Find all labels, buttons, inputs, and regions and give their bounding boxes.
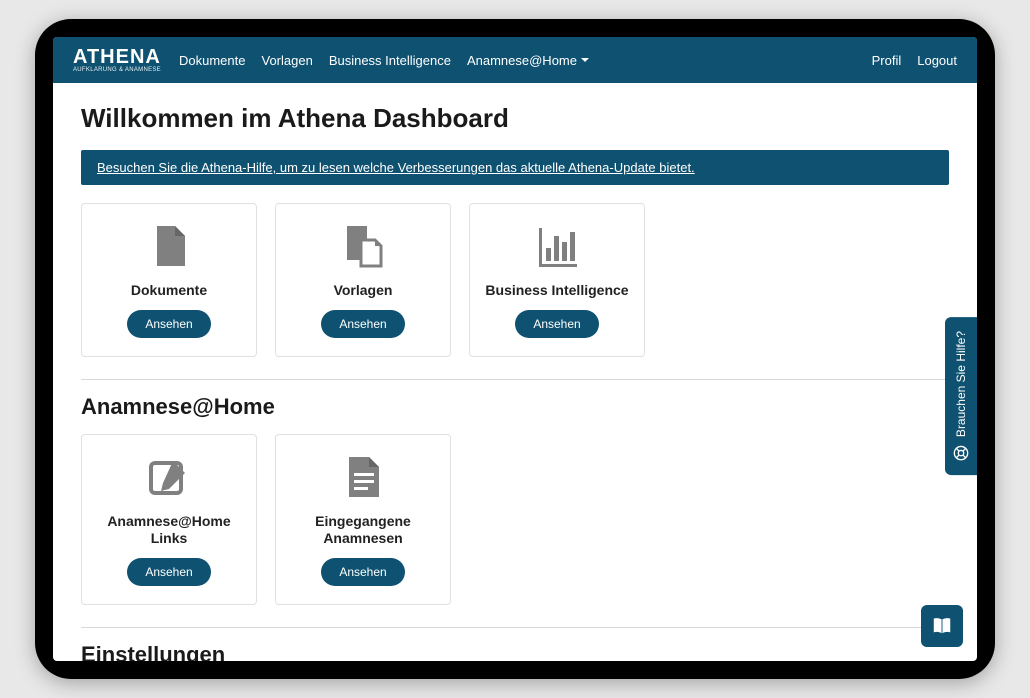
app-screen: ATHENA AUFKLÄRUNG & ANAMNESE Dokumente V… (53, 37, 977, 661)
navbar: ATHENA AUFKLÄRUNG & ANAMNESE Dokumente V… (53, 37, 977, 83)
page-title: Willkommen im Athena Dashboard (81, 103, 949, 134)
nav-profil[interactable]: Profil (872, 53, 902, 68)
update-banner[interactable]: Besuchen Sie die Athena-Hilfe, um zu les… (81, 150, 949, 185)
book-icon (931, 615, 953, 637)
content: Willkommen im Athena Dashboard Besuchen … (53, 83, 977, 661)
card-business-intelligence: Business Intelligence Ansehen (469, 203, 645, 357)
card-title: Eingegangene Anamnesen (286, 513, 440, 548)
nav-logout[interactable]: Logout (917, 53, 957, 68)
view-button[interactable]: Ansehen (321, 558, 404, 586)
nav-right: Profil Logout (872, 53, 957, 68)
chevron-down-icon (581, 58, 589, 62)
view-button[interactable]: Ansehen (127, 558, 210, 586)
view-button[interactable]: Ansehen (321, 310, 404, 338)
chart-icon (531, 220, 583, 272)
divider (81, 627, 949, 628)
nav-vorlagen[interactable]: Vorlagen (261, 53, 312, 68)
template-icon (337, 220, 389, 272)
section-anamnese-title: Anamnese@Home (81, 394, 949, 420)
view-button[interactable]: Ansehen (127, 310, 210, 338)
brand-logo[interactable]: ATHENA AUFKLÄRUNG & ANAMNESE (73, 47, 161, 73)
card-title: Business Intelligence (485, 282, 628, 300)
help-side-tab[interactable]: Brauchen Sie Hilfe? (945, 317, 977, 475)
nav-links: Dokumente Vorlagen Business Intelligence… (179, 53, 872, 68)
help-fab-button[interactable] (921, 605, 963, 647)
divider (81, 379, 949, 380)
card-title: Anamnese@Home Links (92, 513, 246, 548)
nav-anamnese-home-label: Anamnese@Home (467, 53, 577, 68)
card-dokumente: Dokumente Ansehen (81, 203, 257, 357)
document-icon (143, 220, 195, 272)
help-tab-label: Brauchen Sie Hilfe? (954, 331, 968, 437)
lifebuoy-icon (953, 445, 969, 461)
section-settings-title: Einstellungen (81, 642, 949, 662)
card-title: Dokumente (131, 282, 207, 300)
document-lines-icon (337, 451, 389, 503)
edit-icon (143, 451, 195, 503)
nav-dokumente[interactable]: Dokumente (179, 53, 245, 68)
card-eingegangene-anamnesen: Eingegangene Anamnesen Ansehen (275, 434, 451, 605)
brand-subtitle: AUFKLÄRUNG & ANAMNESE (73, 67, 161, 73)
tablet-frame: ATHENA AUFKLÄRUNG & ANAMNESE Dokumente V… (35, 19, 995, 679)
card-title: Vorlagen (334, 282, 393, 300)
nav-anamnese-home[interactable]: Anamnese@Home (467, 53, 589, 68)
main-cards-row: Dokumente Ansehen Vorlagen Ansehen (81, 203, 949, 357)
brand-title: ATHENA (73, 47, 161, 67)
anamnese-cards-row: Anamnese@Home Links Ansehen Eingegange (81, 434, 949, 605)
view-button[interactable]: Ansehen (515, 310, 598, 338)
card-vorlagen: Vorlagen Ansehen (275, 203, 451, 357)
nav-business-intelligence[interactable]: Business Intelligence (329, 53, 451, 68)
card-anamnese-links: Anamnese@Home Links Ansehen (81, 434, 257, 605)
